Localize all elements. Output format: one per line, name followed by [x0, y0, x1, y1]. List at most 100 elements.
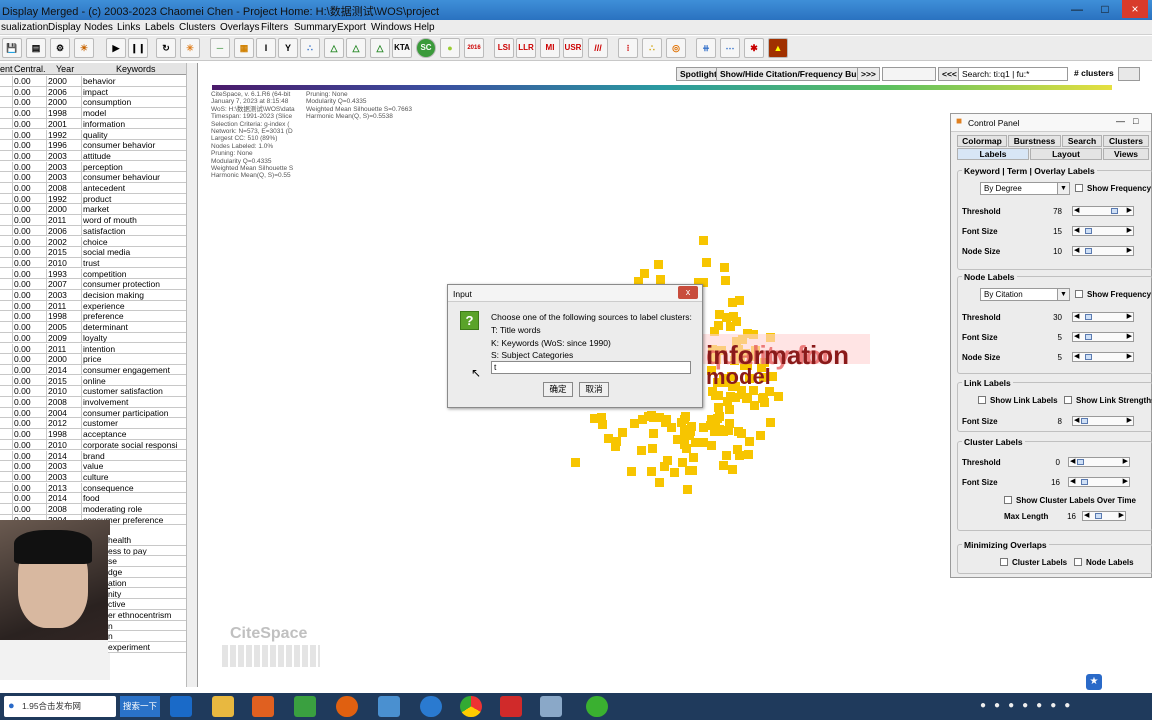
search-input[interactable]: Search: ti:q1 | fu:*: [958, 67, 1068, 81]
menu-clusters[interactable]: Clusters: [179, 22, 216, 33]
network-node[interactable]: [705, 421, 715, 431]
table-row[interactable]: 0.00 2011 word of mouth: [0, 215, 186, 226]
dialog-close-button[interactable]: x: [678, 286, 698, 299]
menu-overlays[interactable]: Overlays: [220, 22, 259, 33]
table-row[interactable]: 0.00 2013 consequence: [0, 482, 186, 494]
dialog-text-input[interactable]: t: [491, 361, 691, 374]
menu-summary[interactable]: Summary: [294, 22, 337, 33]
col-keywords[interactable]: Keywords: [116, 64, 156, 74]
col-year[interactable]: Year: [56, 64, 74, 74]
network-node[interactable]: [663, 455, 673, 465]
network-node[interactable]: [724, 405, 734, 415]
show-over-time-checkbox[interactable]: [1004, 496, 1012, 504]
menu-visualization[interactable]: sualization: [1, 22, 48, 33]
kw-threshold-slider[interactable]: ◀ ▶: [1072, 206, 1134, 216]
k-app-icon[interactable]: [420, 696, 442, 717]
table-row[interactable]: 0.00 2010 trust: [0, 257, 186, 269]
network-node[interactable]: [662, 414, 672, 424]
gear-icon[interactable]: ⚙: [50, 38, 70, 58]
tab-layout[interactable]: Layout: [1030, 148, 1102, 160]
table-row[interactable]: 0.00 2008 involvement: [0, 397, 186, 408]
year-icon[interactable]: 2016: [464, 38, 484, 58]
ov-node-checkbox[interactable]: [1074, 558, 1082, 566]
blank-field[interactable]: [882, 67, 936, 81]
table-row[interactable]: 0.00 2007 consumer protection: [0, 279, 186, 290]
panel-maximize-button[interactable]: □: [1133, 116, 1138, 126]
network-node[interactable]: [749, 401, 759, 411]
network-node[interactable]: [720, 263, 729, 272]
network-node[interactable]: [725, 419, 735, 429]
network-node[interactable]: [715, 309, 725, 319]
fire-icon[interactable]: ✱: [744, 38, 764, 58]
table-row[interactable]: 0.00 2011 experience: [0, 300, 186, 312]
network-node[interactable]: [648, 429, 658, 439]
tree-icon[interactable]: ⧺: [696, 38, 716, 58]
network-node[interactable]: [699, 236, 708, 245]
dash-icon[interactable]: ⋯: [720, 38, 740, 58]
grid-icon[interactable]: ▦: [234, 38, 254, 58]
network-node[interactable]: [618, 428, 628, 438]
nd-font-size-slider[interactable]: ◀ ▶: [1072, 332, 1134, 342]
sun-icon[interactable]: ☀: [74, 38, 94, 58]
network-node[interactable]: [731, 392, 741, 402]
network-node[interactable]: [638, 414, 648, 424]
menu-labels[interactable]: Labels: [145, 22, 174, 33]
menu-export[interactable]: Export: [337, 22, 366, 33]
network-node[interactable]: [720, 276, 730, 286]
table-row[interactable]: 0.00 2000 market: [0, 204, 186, 215]
triangle-b-icon[interactable]: △: [346, 38, 366, 58]
network-node[interactable]: [714, 402, 724, 412]
table-row[interactable]: 0.00 2014 consumer engagement: [0, 364, 186, 376]
i-beam-icon[interactable]: I: [256, 38, 276, 58]
table-row[interactable]: 0.00 1993 competition: [0, 268, 186, 280]
y-icon[interactable]: Y: [278, 38, 298, 58]
table-row[interactable]: 0.00 2003 decision making: [0, 290, 186, 301]
network-node[interactable]: [647, 444, 657, 454]
node-sort-select[interactable]: By Citation ▼: [980, 288, 1070, 301]
link-font-size-slider[interactable]: ◀ ▶: [1072, 416, 1134, 426]
menu-windows[interactable]: Windows: [371, 22, 412, 33]
table-row[interactable]: 0.00 2009 loyalty: [0, 332, 186, 344]
table-row[interactable]: 0.00 2010 corporate social responsi: [0, 439, 186, 451]
dots-icon[interactable]: ⁝: [618, 38, 638, 58]
play-icon[interactable]: ▶: [106, 38, 126, 58]
taskbar-search-input[interactable]: ● 1.95合击发布网: [4, 696, 116, 717]
menu-links[interactable]: Links: [117, 22, 140, 33]
triangle-c-icon[interactable]: △: [370, 38, 390, 58]
show-hide-burst-button[interactable]: Show/Hide Citation/Frequency Burst: [716, 67, 872, 81]
network-node[interactable]: [735, 296, 744, 305]
ime-icon[interactable]: ★: [1086, 674, 1102, 690]
next-button[interactable]: >>>: [857, 67, 880, 81]
network-node[interactable]: [726, 322, 736, 332]
firefox-icon[interactable]: [336, 696, 358, 717]
slash-icon[interactable]: ///: [588, 38, 608, 58]
tab-clusters[interactable]: Clusters: [1103, 135, 1149, 147]
table-row[interactable]: 0.00 2003 perception: [0, 161, 186, 173]
wps-icon[interactable]: [500, 696, 522, 717]
network-node[interactable]: [689, 453, 699, 463]
spotlight-button[interactable]: Spotlight: [676, 67, 721, 81]
network-node[interactable]: [756, 431, 766, 441]
network-node[interactable]: [722, 451, 732, 461]
wechat-icon[interactable]: [586, 696, 608, 717]
media-icon[interactable]: [252, 696, 274, 717]
ie-icon[interactable]: [170, 696, 192, 717]
table-row[interactable]: 0.00 2000 behavior: [0, 76, 186, 87]
nd-threshold-slider[interactable]: ◀ ▶: [1072, 312, 1134, 322]
tab-views[interactable]: Views: [1103, 148, 1149, 160]
network-node[interactable]: [707, 440, 716, 450]
line-icon[interactable]: ─: [210, 38, 230, 58]
network-node[interactable]: [718, 460, 728, 470]
network-node[interactable]: [667, 422, 677, 432]
table-row[interactable]: 0.00 1992 product: [0, 193, 186, 205]
cl-threshold-slider[interactable]: ◀ ▶: [1068, 457, 1130, 467]
flame-icon[interactable]: ▲: [768, 38, 788, 58]
usr-button[interactable]: USR: [563, 38, 583, 58]
folder-icon[interactable]: [212, 696, 234, 717]
app-window-icon[interactable]: [540, 696, 562, 717]
table-row[interactable]: 0.00 2014 food: [0, 493, 186, 504]
kw-node-size-slider[interactable]: ◀ ▶: [1072, 246, 1134, 256]
network-node[interactable]: [744, 436, 754, 446]
network-node[interactable]: [735, 451, 745, 461]
app-blue-icon[interactable]: [378, 696, 400, 717]
